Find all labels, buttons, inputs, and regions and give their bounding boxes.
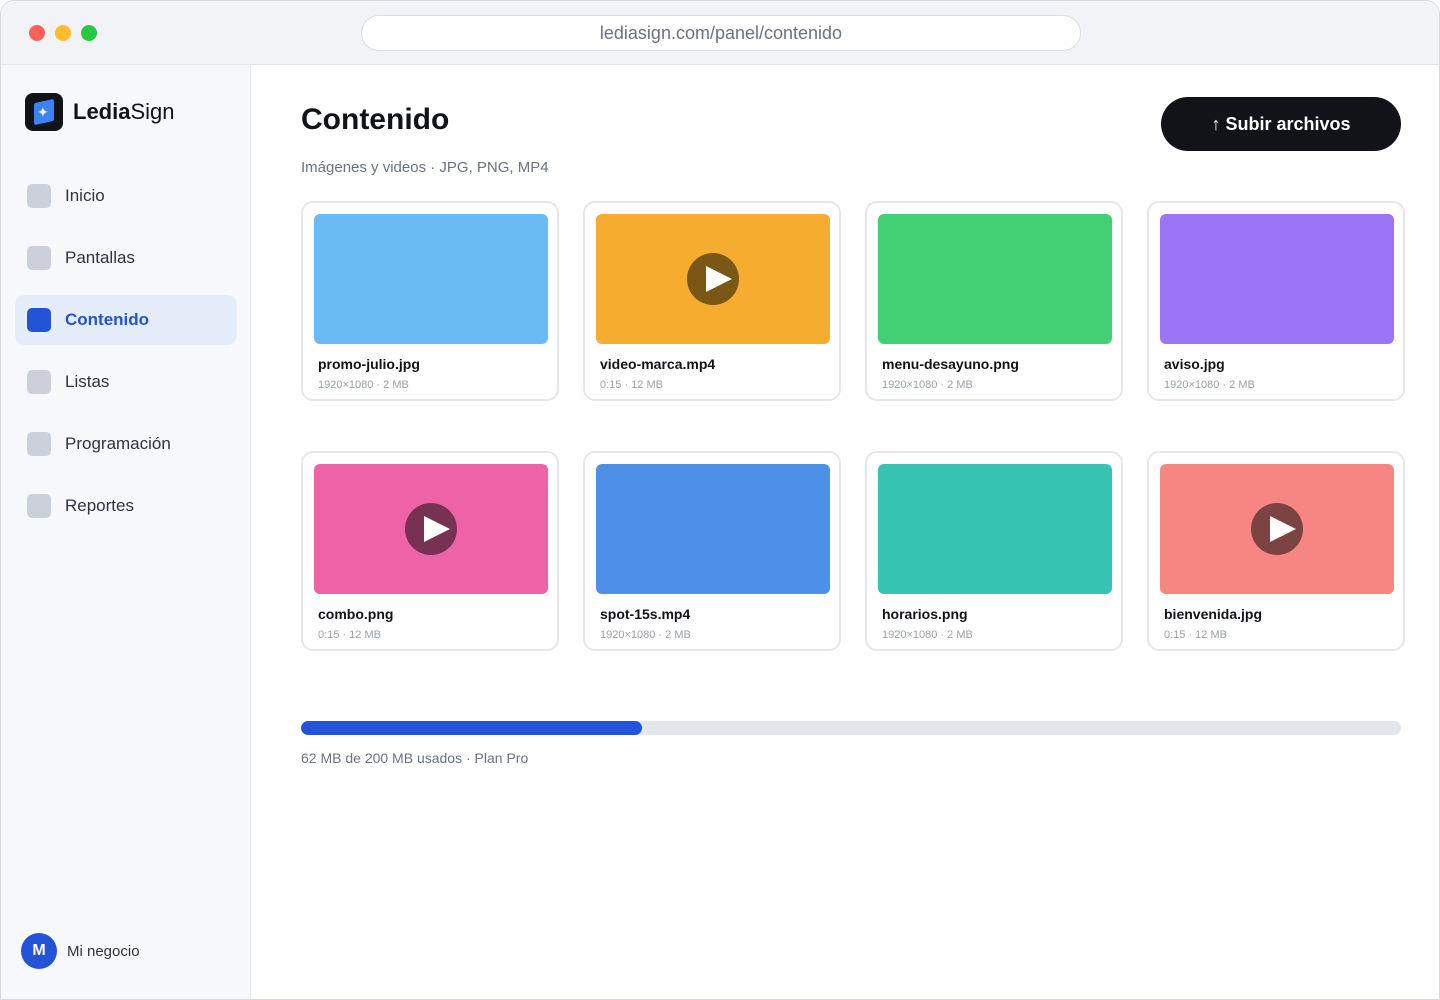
content-icon [27,308,51,332]
file-meta: 1920×1080 · 2 MB [318,379,409,391]
media-thumbnail [1160,214,1394,344]
media-thumbnail [878,214,1112,344]
media-card[interactable]: bienvenida.jpg 0:15 · 12 MB [1147,451,1405,651]
sidebar-item-contenido[interactable]: Contenido [15,295,237,345]
page-title: Contenido [301,103,450,136]
sidebar-nav: Inicio Pantallas Contenido Listas Progra… [15,171,237,543]
storage-progress-fill [301,721,642,735]
media-card[interactable]: video-marca.mp4 0:15 · 12 MB [583,201,841,401]
media-card[interactable]: aviso.jpg 1920×1080 · 2 MB [1147,201,1405,401]
screens-icon [27,246,51,270]
file-meta: 0:15 · 12 MB [600,379,663,391]
file-meta: 1920×1080 · 2 MB [882,379,973,391]
sidebar-item-label: Reportes [65,496,134,515]
media-thumbnail [878,464,1112,594]
play-icon[interactable] [687,253,739,305]
close-window-button[interactable] [29,25,45,41]
storage-progress-bar [301,721,1401,735]
media-thumbnail [314,214,548,344]
file-meta: 0:15 · 12 MB [1164,629,1227,641]
brand-logo[interactable]: ✦ LediaSign [25,93,175,131]
sidebar-item-reportes[interactable]: Reportes [15,481,237,531]
file-meta: 1920×1080 · 2 MB [600,629,691,641]
play-icon[interactable] [405,503,457,555]
upload-files-button[interactable]: ↑ Subir archivos [1161,97,1401,151]
sidebar-item-listas[interactable]: Listas [15,357,237,407]
media-card[interactable]: horarios.png 1920×1080 · 2 MB [865,451,1123,651]
file-meta: 1920×1080 · 2 MB [1164,379,1255,391]
brand-name: LediaSign [73,99,175,125]
file-name: bienvenida.jpg [1164,606,1263,622]
media-card[interactable]: promo-julio.jpg 1920×1080 · 2 MB [301,201,559,401]
reports-icon [27,494,51,518]
media-thumbnail [596,464,830,594]
sidebar-item-inicio[interactable]: Inicio [15,171,237,221]
browser-titlebar: lediasign.com/panel/contenido [1,1,1439,65]
file-name: horarios.png [882,606,968,622]
account-menu[interactable]: M Mi negocio [21,933,140,969]
storage-usage-label: 62 MB de 200 MB usados · Plan Pro [301,750,529,766]
playlist-icon [27,370,51,394]
sidebar-item-label: Programación [65,434,171,453]
account-name: Mi negocio [67,942,140,960]
brand-name-bold: Ledia [73,99,131,124]
file-meta: 0:15 · 12 MB [318,629,381,641]
brand-name-regular: Sign [130,99,175,124]
sidebar: ✦ LediaSign Inicio Pantallas Contenido L… [1,65,251,999]
sidebar-item-programacion[interactable]: Programación [15,419,237,469]
media-card[interactable]: combo.png 0:15 · 12 MB [301,451,559,651]
sidebar-item-label: Inicio [65,186,105,205]
media-thumbnail [596,214,830,344]
file-name: spot-15s.mp4 [600,606,691,622]
play-icon[interactable] [1251,503,1303,555]
address-bar[interactable]: lediasign.com/panel/contenido [361,15,1081,51]
file-name: aviso.jpg [1164,356,1225,372]
sidebar-item-pantallas[interactable]: Pantallas [15,233,237,283]
home-icon [27,184,51,208]
file-name: video-marca.mp4 [600,356,716,372]
page-subtitle: Imágenes y videos · JPG, PNG, MP4 [301,159,549,176]
sidebar-item-label: Listas [65,372,110,391]
main-content: Contenido Imágenes y videos · JPG, PNG, … [251,65,1439,999]
schedule-icon [27,432,51,456]
avatar: M [21,933,57,969]
file-name: combo.png [318,606,394,622]
file-meta: 1920×1080 · 2 MB [882,629,973,641]
file-name: menu-desayuno.png [882,356,1019,372]
sidebar-item-label: Pantallas [65,248,135,267]
media-card[interactable]: menu-desayuno.png 1920×1080 · 2 MB [865,201,1123,401]
browser-window: lediasign.com/panel/contenido ✦ LediaSig… [0,0,1440,1000]
media-thumbnail [1160,464,1394,594]
media-card[interactable]: spot-15s.mp4 1920×1080 · 2 MB [583,451,841,651]
sidebar-item-label: Contenido [65,310,150,329]
file-name: promo-julio.jpg [318,356,420,372]
logo-icon: ✦ [25,93,63,131]
maximize-window-button[interactable] [81,25,97,41]
minimize-window-button[interactable] [55,25,71,41]
media-thumbnail [314,464,548,594]
